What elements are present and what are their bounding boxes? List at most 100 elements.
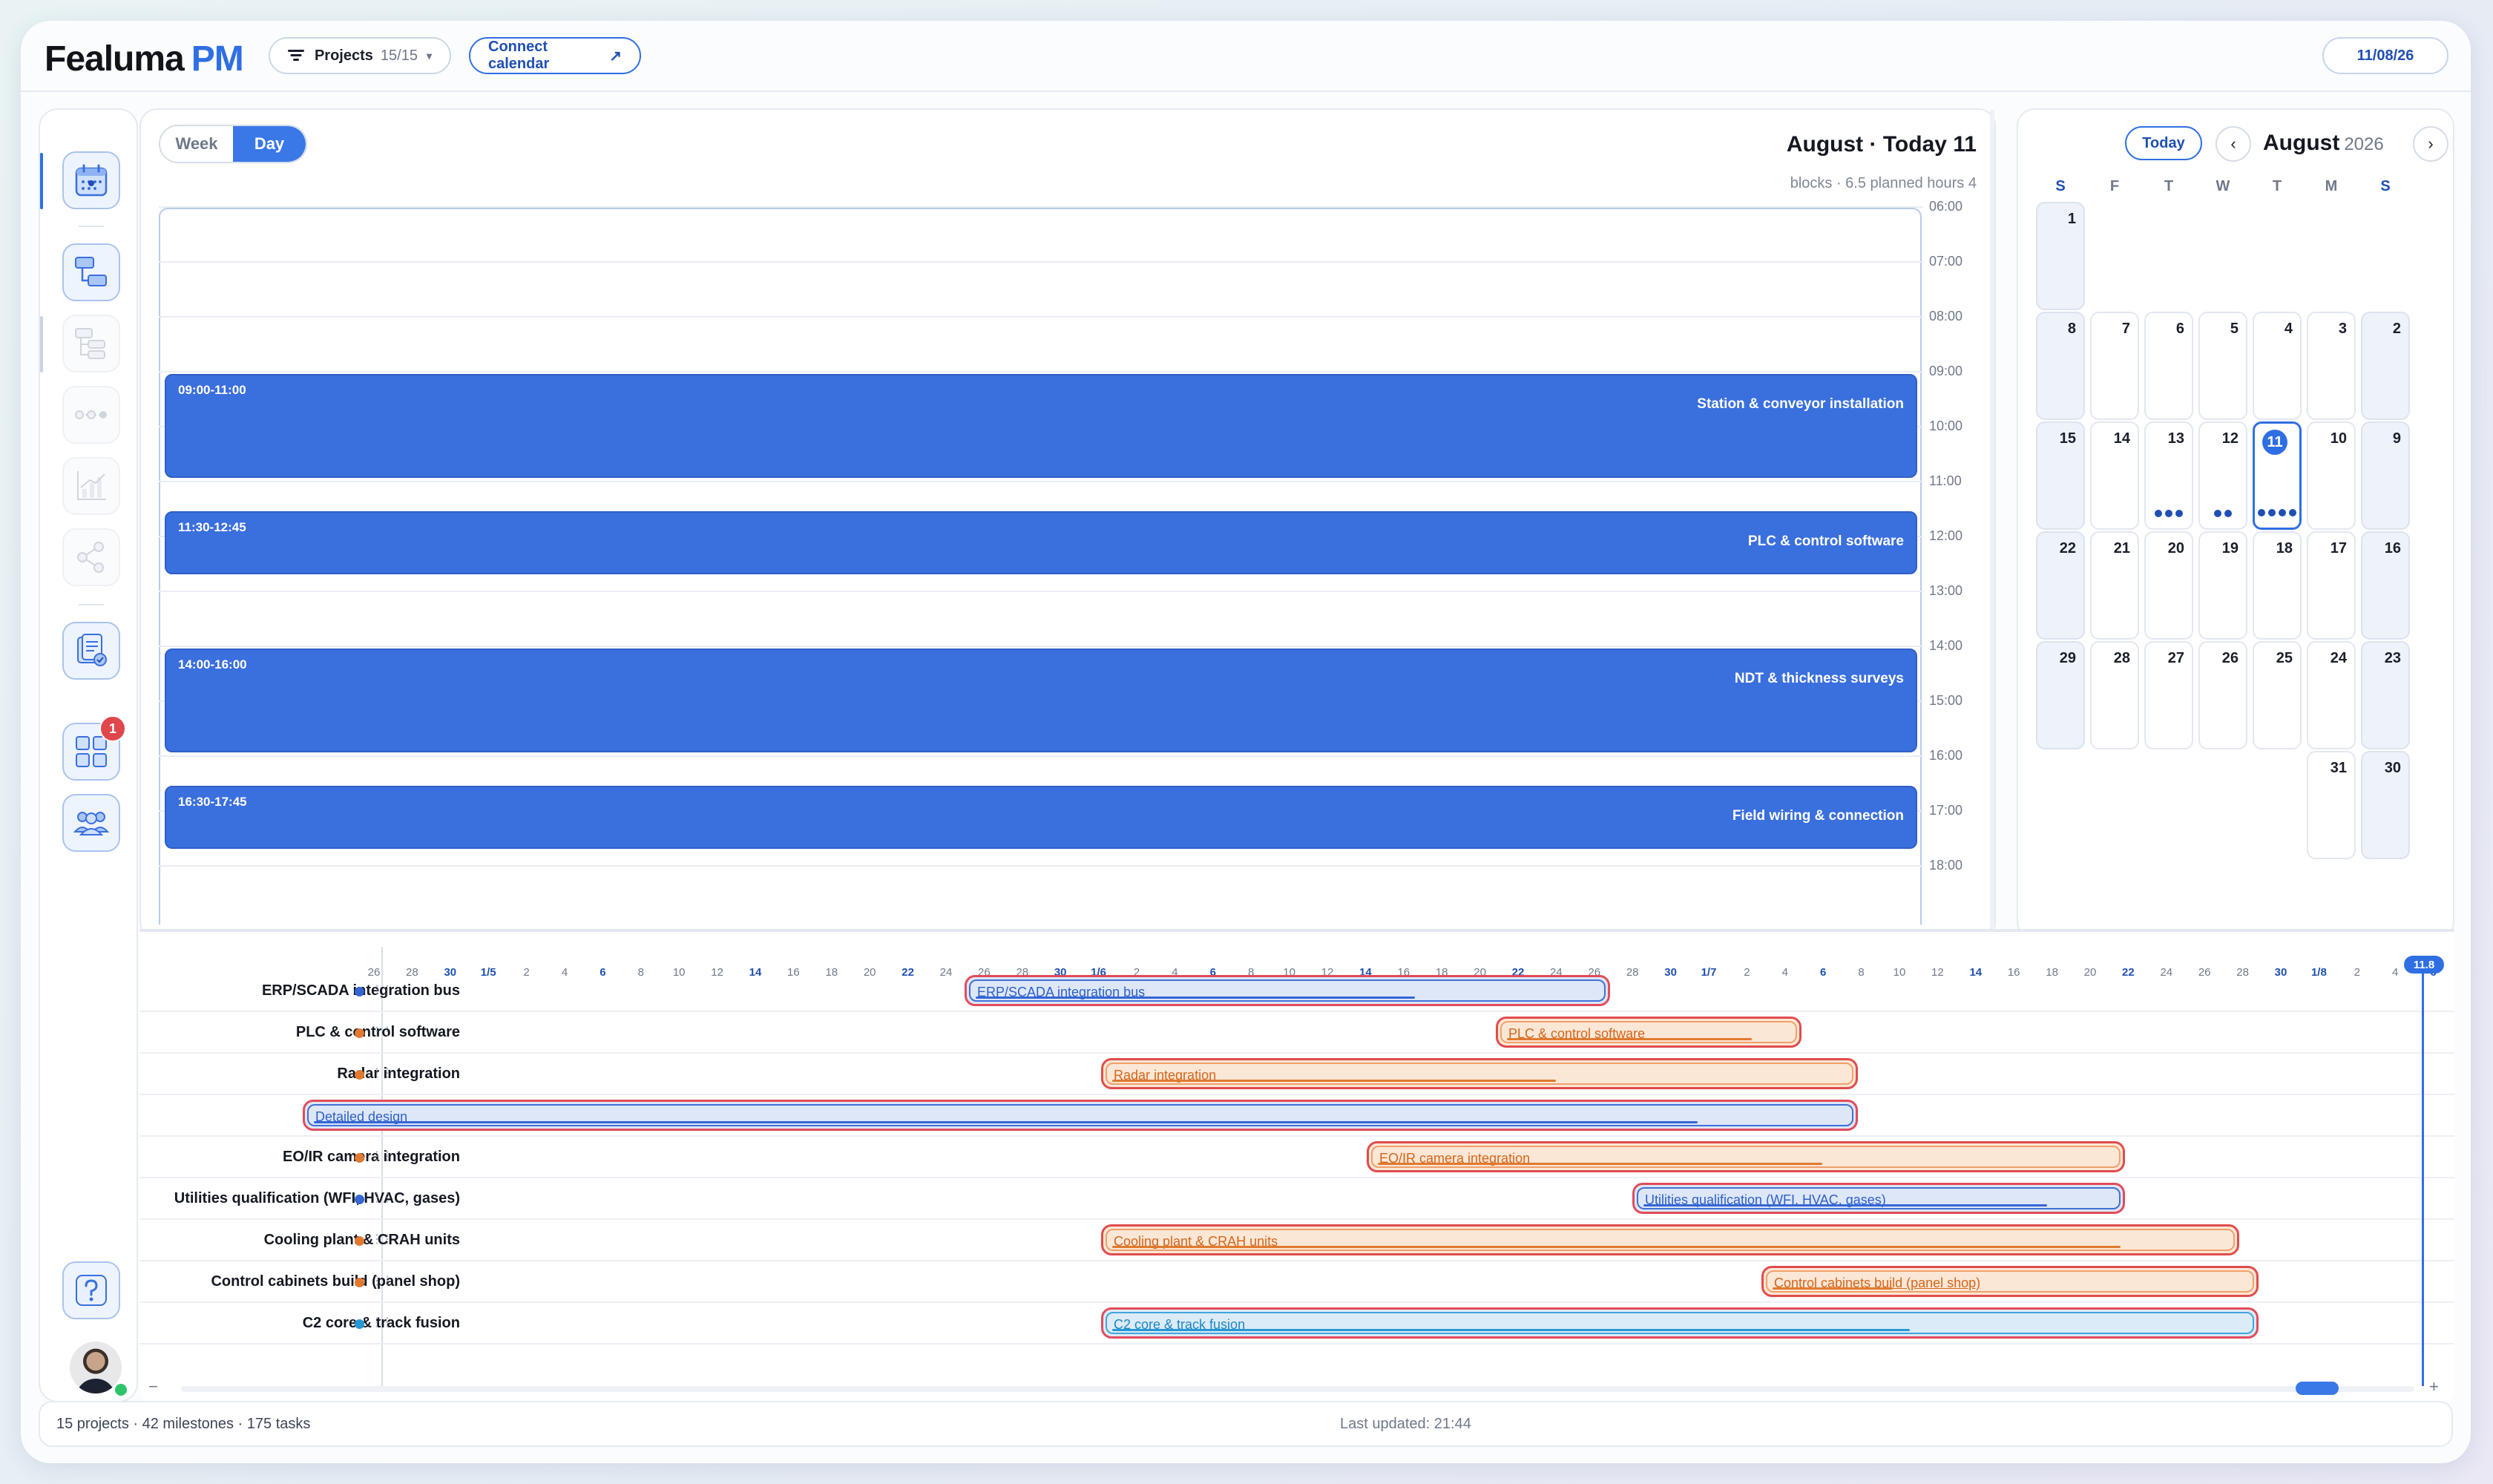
event-title: Field wiring & connection xyxy=(1732,808,1904,824)
active-nav-indicator xyxy=(40,153,43,209)
calendar-day[interactable]: 10 xyxy=(2307,421,2356,530)
drag-handle-icon[interactable]: ⋮⋮ xyxy=(371,1232,393,1247)
chart-icon xyxy=(77,471,106,500)
calendar-day[interactable]: 29 xyxy=(2036,641,2085,749)
app-logo[interactable]: Fealuma PM xyxy=(45,39,244,79)
timeline-tick-label: 20 xyxy=(2083,966,2097,979)
nav-share[interactable] xyxy=(62,528,120,586)
timeline-tick-label: 26 xyxy=(367,966,381,979)
calendar-day[interactable]: 5 xyxy=(2198,312,2247,420)
gantt-task-bar[interactable]: Control cabinets build (panel shop) xyxy=(1761,1266,2259,1297)
gantt-task-bar[interactable]: Radar integration xyxy=(1101,1058,1858,1089)
calendar-day[interactable]: 24 xyxy=(2307,641,2356,749)
current-date-button[interactable]: 11/08/26 xyxy=(2322,37,2448,74)
calendar-day[interactable]: 3 xyxy=(2307,312,2356,420)
calendar-day[interactable]: 31 xyxy=(2307,751,2356,859)
gantt-progress xyxy=(1112,1080,1556,1082)
gantt-task-bar[interactable]: EO/IR camera integration xyxy=(1367,1141,2125,1172)
next-month-button[interactable]: › xyxy=(2413,126,2448,162)
horizontal-scrollbar[interactable] xyxy=(181,1386,2414,1392)
calendar-event-block[interactable]: 14:00-16:00 NDT & thickness surveys xyxy=(165,649,1917,752)
gantt-task-bar[interactable]: Detailed design xyxy=(303,1100,1858,1131)
drag-handle-icon[interactable]: ⋮⋮ xyxy=(371,1024,393,1039)
nav-hierarchy[interactable] xyxy=(62,243,120,301)
top-bar: Fealuma PM Projects 15/15 ▾ Connect calen… xyxy=(21,21,2471,92)
drag-handle-icon[interactable]: ⋮⋮ xyxy=(371,1315,393,1330)
scrollbar-thumb[interactable] xyxy=(2296,1382,2339,1395)
drag-handle-icon[interactable]: ⋮⋮ xyxy=(371,1190,393,1205)
calendar-day[interactable]: 8 xyxy=(2036,312,2085,420)
calendar-day[interactable]: 28 xyxy=(2090,641,2139,749)
calendar-day[interactable]: 2 xyxy=(2361,312,2410,420)
calendar-day[interactable]: 26 xyxy=(2198,641,2247,749)
calendar-day[interactable]: 15 xyxy=(2036,421,2085,530)
calendar-day-today[interactable]: 11 xyxy=(2253,421,2302,530)
timeline-tick-label: 28 xyxy=(1626,966,1639,979)
calendar-day[interactable]: 14 xyxy=(2090,421,2139,530)
hour-label: 14:00 xyxy=(1929,638,1963,653)
nav-timeline[interactable] xyxy=(62,386,120,444)
hour-label: 13:00 xyxy=(1929,583,1963,598)
calendar-day[interactable]: 9 xyxy=(2361,421,2410,530)
projects-filter-button[interactable]: Projects 15/15 ▾ xyxy=(269,37,451,74)
today-button[interactable]: Today xyxy=(2125,126,2202,160)
calendar-day[interactable]: 1 xyxy=(2036,202,2085,310)
nav-tree[interactable] xyxy=(62,315,120,372)
gantt-task-bar[interactable]: PLC & control software xyxy=(1496,1017,1801,1048)
calendar-event-block[interactable]: 16:30-17:45 Field wiring & connection xyxy=(165,786,1917,849)
timeline-tick-label: 8 xyxy=(1858,966,1865,979)
hour-label: 10:00 xyxy=(1929,418,1963,433)
timeline-tick-label: 2 xyxy=(523,966,530,979)
calendar-day[interactable]: 4 xyxy=(2253,312,2302,420)
nav-analytics[interactable] xyxy=(62,457,120,515)
timeline-tick-label: 1/5 xyxy=(480,966,496,979)
event-dot xyxy=(2214,510,2221,517)
calendar-day[interactable]: 7 xyxy=(2090,312,2139,420)
timeline-tick-label: 4 xyxy=(561,966,568,979)
tab-day[interactable]: Day xyxy=(233,126,306,162)
nav-dashboard[interactable]: 1 xyxy=(62,715,126,781)
calendar-day[interactable]: 12 xyxy=(2198,421,2247,530)
gantt-task-bar[interactable]: Utilities qualification (WFI, HVAC, gase… xyxy=(1632,1183,2125,1214)
zoom-in-button[interactable]: + xyxy=(2429,1377,2439,1396)
gantt-task-bar[interactable]: Cooling plant & CRAH units xyxy=(1101,1224,2239,1255)
help-button[interactable] xyxy=(62,1261,120,1319)
calendar-day[interactable]: 20 xyxy=(2144,531,2193,640)
calendar-day[interactable]: 25 xyxy=(2253,641,2302,749)
gantt-task-bar[interactable]: C2 core & track fusion xyxy=(1101,1307,2259,1339)
calendar-day[interactable]: 21 xyxy=(2090,531,2139,640)
connect-calendar-button[interactable]: Connect calendar ↗ xyxy=(469,37,641,74)
view-toggle: Week Day xyxy=(159,125,307,163)
hour-label: 11:00 xyxy=(1929,473,1962,488)
calendar-day[interactable]: 22 xyxy=(2036,531,2085,640)
drag-handle-icon[interactable]: ⋮⋮ xyxy=(371,1273,393,1288)
gantt-row-label[interactable]: Control cabinets build (panel shop) xyxy=(211,1273,460,1290)
calendar-day[interactable]: 13 xyxy=(2144,421,2193,530)
gantt-row-label[interactable]: Utilities qualification (WFI, HVAC, gase… xyxy=(174,1190,460,1207)
calendar-event-block[interactable]: 11:30-12:45 PLC & control software xyxy=(165,511,1917,574)
calendar-day[interactable]: 17 xyxy=(2307,531,2356,640)
team-icon xyxy=(73,812,110,835)
calendar-day[interactable]: 27 xyxy=(2144,641,2193,749)
drag-handle-icon[interactable]: ⋮⋮ xyxy=(371,1066,393,1080)
nav-documents[interactable] xyxy=(62,622,120,680)
drag-handle-icon[interactable]: ⋮⋮ xyxy=(371,1149,393,1163)
calendar-day[interactable]: 16 xyxy=(2361,531,2410,640)
gantt-task-bar[interactable]: ERP/SCADA integration bus xyxy=(965,975,1610,1006)
nav-calendar[interactable] xyxy=(62,151,120,209)
tab-week[interactable]: Week xyxy=(160,126,233,162)
timeline-tick-label: 30 xyxy=(1664,966,1677,979)
calendar-day[interactable]: 30 xyxy=(2361,751,2410,859)
timeline-tick-label: 12 xyxy=(711,966,723,979)
calendar-day[interactable]: 23 xyxy=(2361,641,2410,749)
zoom-out-button[interactable]: − xyxy=(148,1377,158,1396)
calendar-day[interactable]: 6 xyxy=(2144,312,2193,420)
timeline-tick-label: 6 xyxy=(1820,966,1827,979)
calendar-day[interactable]: 19 xyxy=(2198,531,2247,640)
nav-team[interactable] xyxy=(62,794,120,852)
timeline-tick-label: 6 xyxy=(600,966,606,979)
drag-handle-icon[interactable]: ⋮⋮ xyxy=(371,982,393,997)
calendar-event-block[interactable]: 09:00-11:00 Station & conveyor installati… xyxy=(165,374,1917,478)
calendar-day[interactable]: 18 xyxy=(2253,531,2302,640)
previous-month-button[interactable]: ‹ xyxy=(2216,126,2251,162)
